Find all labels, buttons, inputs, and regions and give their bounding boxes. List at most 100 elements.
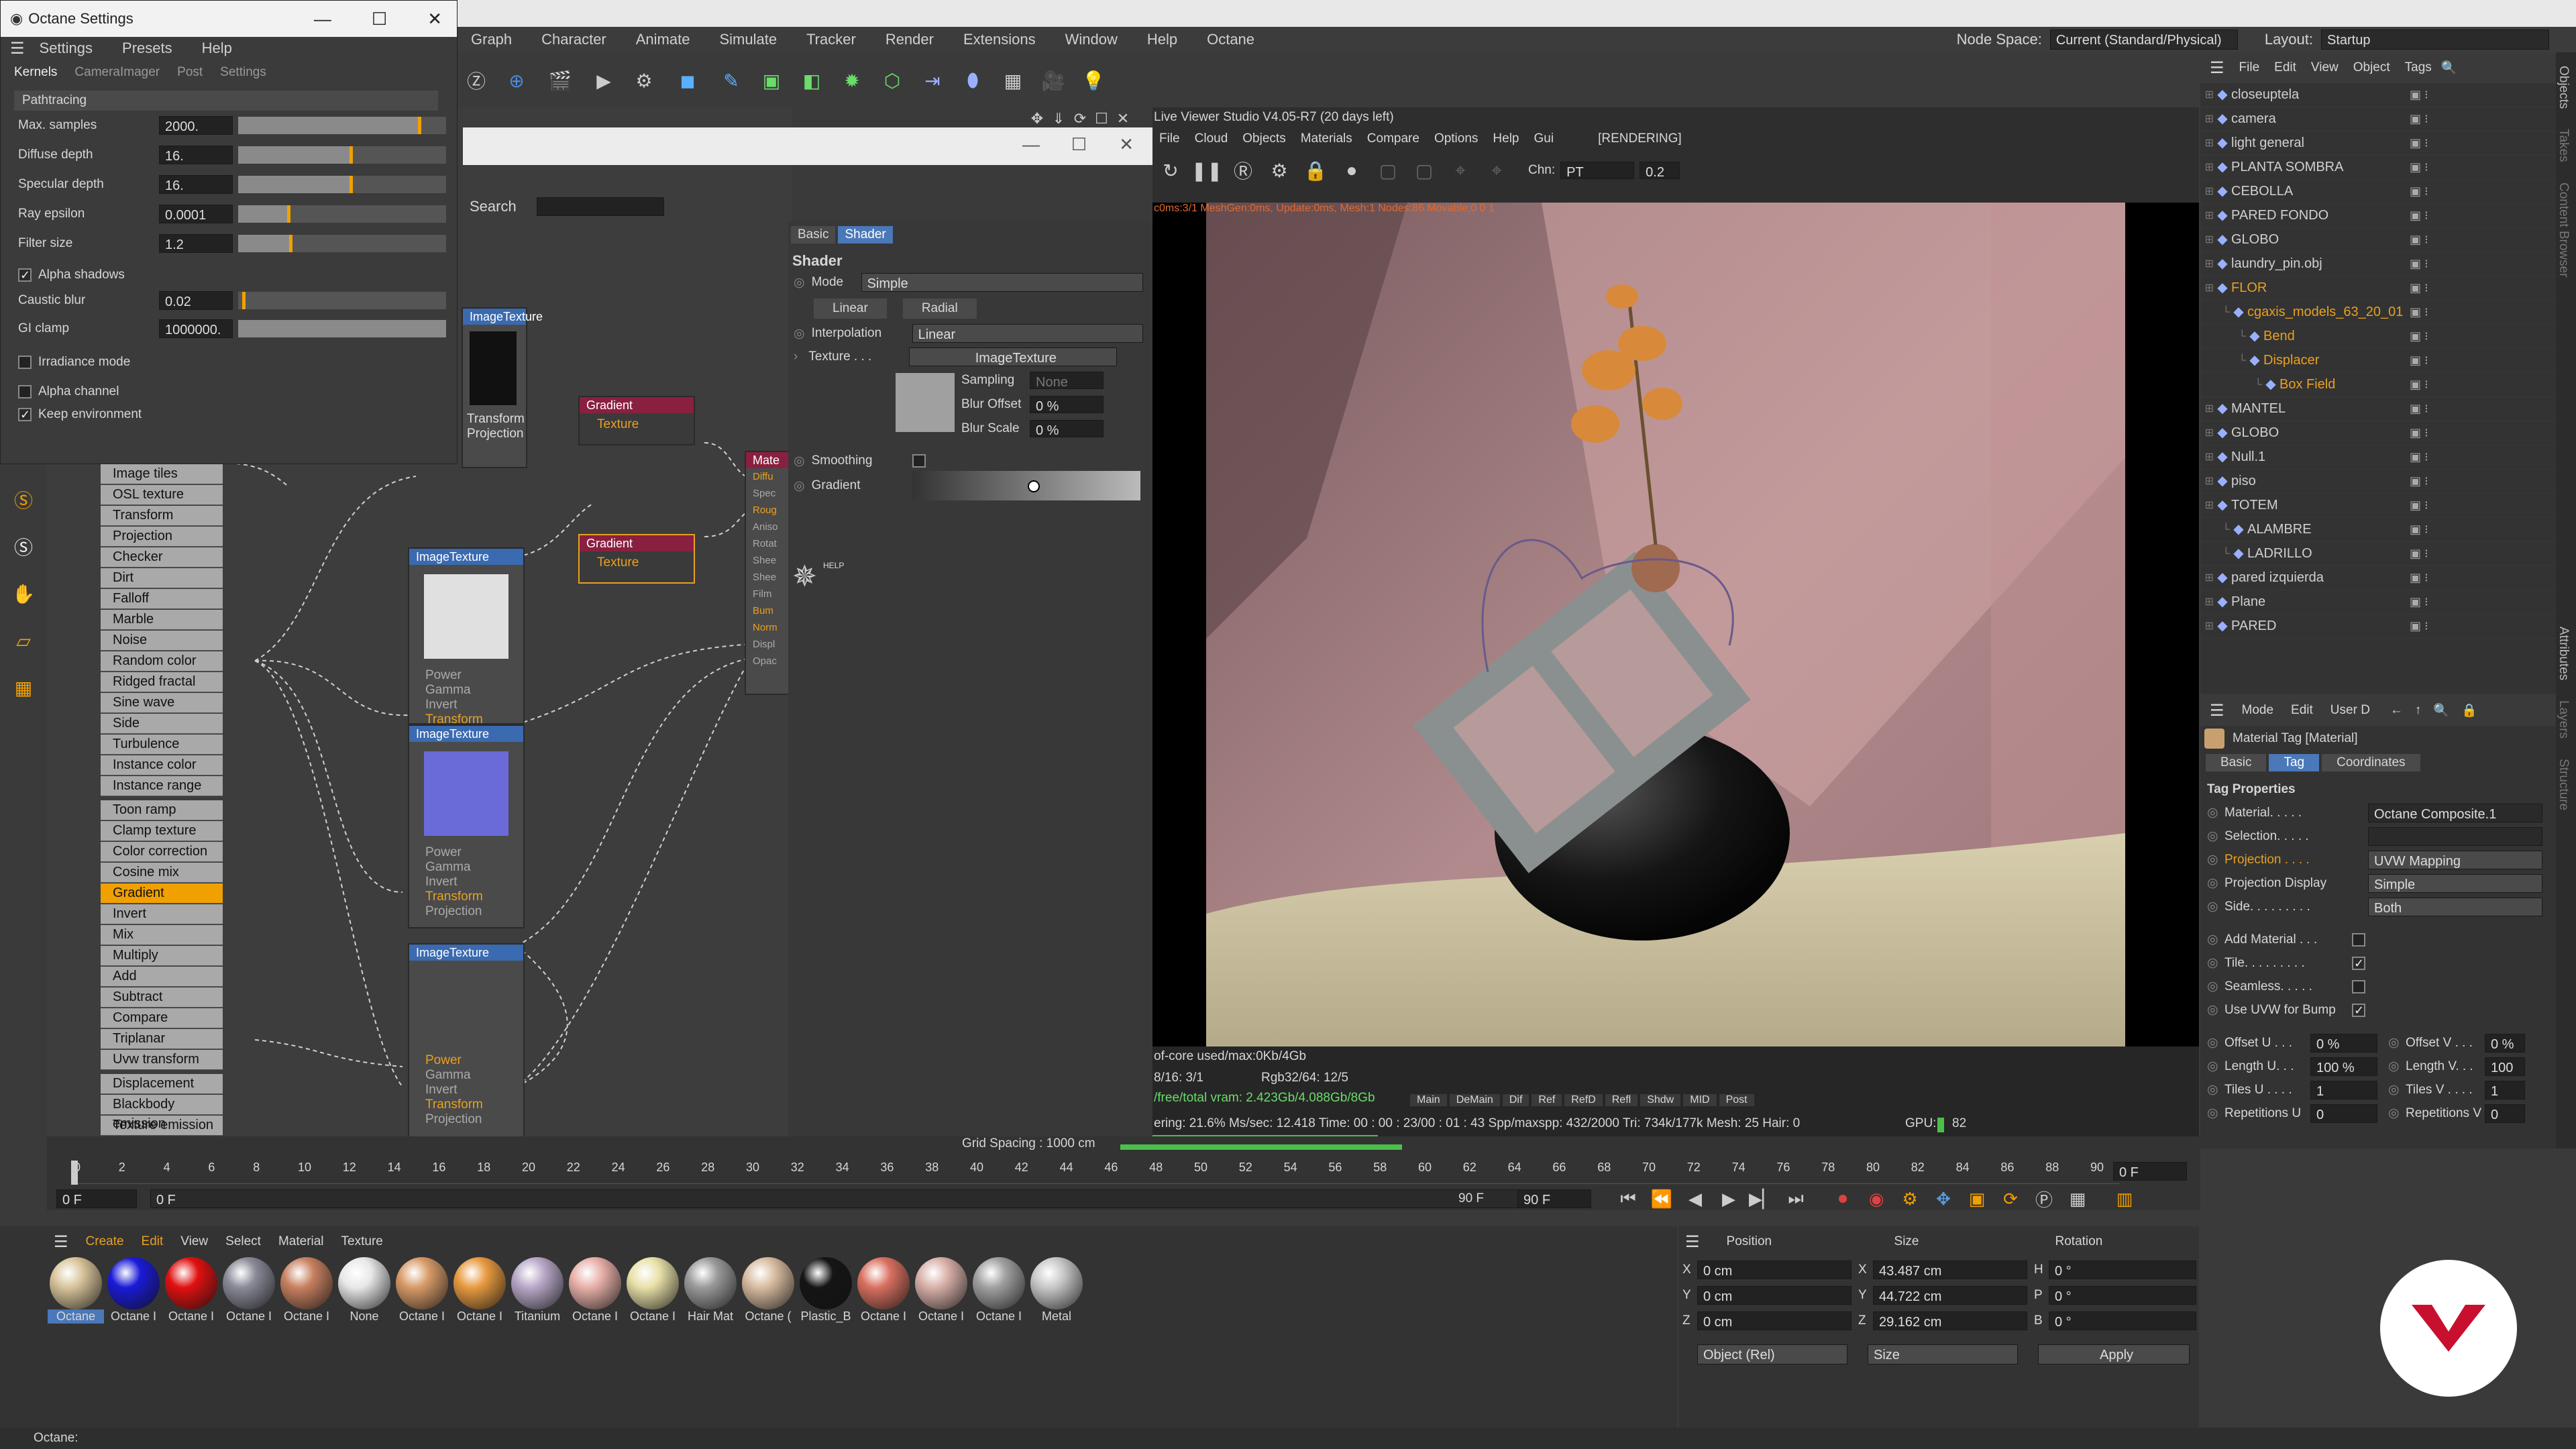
tab-cameraimager[interactable]: CameraImager [74, 65, 160, 80]
tab-takes[interactable]: Takes [2556, 129, 2571, 162]
subdivision-icon[interactable]: ▣ [751, 70, 792, 92]
maximize-icon[interactable]: ☐ [372, 9, 387, 30]
play-icon[interactable]: ▶ [1712, 1189, 1746, 1210]
animate-dot-icon[interactable]: ◎ [2207, 955, 2224, 971]
material-swatch[interactable]: Octane I [105, 1257, 162, 1324]
node-material[interactable]: Mate Diffu Spec Roug Aniso Rotat Shee Shee Film… [745, 451, 794, 695]
go-start-icon[interactable]: ⏮ [1611, 1188, 1645, 1210]
menu-window[interactable]: Window [1051, 31, 1132, 48]
material-swatch[interactable]: Octane I [393, 1257, 451, 1324]
coord-size-select[interactable]: Size [1868, 1344, 2018, 1364]
mat-menu-item[interactable]: Material [278, 1234, 324, 1249]
tab-structure[interactable]: Structure [2556, 759, 2571, 810]
deformer-icon[interactable]: ◧ [792, 70, 832, 92]
timeline-playhead[interactable] [71, 1161, 78, 1185]
pick-focus-icon[interactable]: ⌖ [1442, 160, 1479, 182]
animate-dot-icon[interactable]: ◎ [2207, 1082, 2224, 1097]
smoothing-checkbox[interactable] [912, 454, 926, 468]
search-icon[interactable]: 🔍 [2433, 702, 2449, 718]
material-port[interactable]: Film [746, 586, 793, 602]
back-arrow-icon[interactable]: ← [2390, 703, 2403, 718]
setting-input[interactable]: 0.0001 [159, 205, 233, 223]
kernel-select[interactable]: Pathtracing [14, 91, 438, 111]
mograph-icon[interactable]: ✹ [832, 70, 872, 92]
animate-dot-icon[interactable]: ◎ [2207, 932, 2224, 947]
render-viewport[interactable]: c0ms:3/1 MeshGen:0ms, Update:0ms, Mesh:1… [1152, 203, 2199, 1123]
channel-select[interactable]: PT [1560, 162, 1635, 180]
hamburger-icon[interactable]: ☰ [54, 1232, 68, 1252]
cloner-icon[interactable]: ⬡ [872, 70, 912, 92]
material-port[interactable]: Displ [746, 636, 793, 653]
menu-render[interactable]: Render [871, 31, 949, 48]
hamburger-icon[interactable]: ☰ [2210, 58, 2224, 78]
tab-tag[interactable]: Tag [2269, 754, 2320, 771]
offset_v-input[interactable]: 0 % [2485, 1033, 2525, 1053]
setting-slider[interactable] [238, 235, 446, 252]
object-row[interactable]: └ ◆ Displacer ▣ ⁝ [2200, 349, 2556, 373]
obj-menu-object[interactable]: Object [2353, 60, 2390, 75]
object-row[interactable]: ⊞ ◆ PARED ▣ ⁝ [2200, 614, 2556, 639]
object-row[interactable]: ⊞ ◆ MANTEL ▣ ⁝ [2200, 397, 2556, 421]
minimize-icon[interactable]: — [1022, 134, 1040, 155]
add-material-checkbox[interactable] [2352, 932, 2365, 947]
obj-menu-tags[interactable]: Tags [2405, 60, 2432, 75]
object-row[interactable]: ⊞ ◆ pared izquierda ▣ ⁝ [2200, 566, 2556, 590]
region-icon[interactable]: ▢ [1370, 160, 1406, 182]
object-row[interactable]: ⊞ ◆ piso ▣ ⁝ [2200, 470, 2556, 494]
node-list-item[interactable]: Side [101, 714, 223, 734]
tile-checkbox[interactable] [2352, 956, 2365, 970]
object-row[interactable]: ⊞ ◆ GLOBO ▣ ⁝ [2200, 228, 2556, 252]
node-list-item[interactable]: Sine wave [101, 693, 223, 713]
node-list-item[interactable]: Displacement [101, 1074, 223, 1094]
go-end-icon[interactable]: ⏭ [1779, 1188, 1813, 1210]
visibility-toggle-icon[interactable]: ▣ ⁝ [2410, 590, 2428, 614]
menu-tracker[interactable]: Tracker [792, 31, 871, 48]
node-list-item[interactable]: Add [101, 967, 223, 987]
end-frame-field[interactable]: 90 F [1517, 1189, 1592, 1208]
node-gradient-2[interactable]: Gradient Texture [578, 534, 695, 584]
timeline-layout-icon[interactable]: ▥ [2108, 1189, 2141, 1210]
animate-dot-icon[interactable]: ◎ [2388, 1106, 2406, 1121]
visibility-toggle-icon[interactable]: ▣ ⁝ [2410, 228, 2428, 252]
menu-presets[interactable]: Presets [107, 40, 187, 57]
grid-icon[interactable]: ▦ [0, 664, 47, 711]
mat-menu-item[interactable]: View [180, 1234, 208, 1249]
tab-kernels[interactable]: Kernels [14, 65, 57, 80]
object-row[interactable]: ⊞ ◆ light general ▣ ⁝ [2200, 131, 2556, 156]
visibility-toggle-icon[interactable]: ▣ ⁝ [2410, 107, 2428, 131]
autokey-icon[interactable]: ◉ [1860, 1189, 1893, 1210]
material-link[interactable]: Octane Composite.1 [2368, 803, 2542, 822]
position-input[interactable]: 0 cm [1697, 1260, 1851, 1279]
animate-dot-icon[interactable]: ◎ [2388, 1082, 2406, 1097]
close-icon[interactable]: ✕ [1112, 110, 1134, 127]
param-key-icon[interactable]: Ⓟ [2027, 1187, 2061, 1212]
move-icon[interactable]: ✥ [1026, 110, 1048, 127]
material-port[interactable]: Norm [746, 619, 793, 636]
mode-select[interactable]: Simple [861, 273, 1143, 292]
material-port[interactable]: Shee [746, 569, 793, 586]
sampling-select[interactable]: None [1030, 372, 1104, 390]
workplane-icon[interactable]: ▱ [0, 617, 47, 664]
gi-clamp-input[interactable]: 1000000. [159, 319, 233, 338]
rotation-key-icon[interactable]: ⟳ [1994, 1189, 2027, 1210]
material-swatch[interactable]: Octane I [451, 1257, 508, 1324]
material-swatch[interactable]: None [335, 1257, 393, 1324]
tab-attributes[interactable]: Attributes [2556, 627, 2571, 680]
material-swatch[interactable]: Plastic_B [797, 1257, 855, 1324]
tiles_v-input[interactable]: 1 [2485, 1080, 2525, 1099]
material-swatch[interactable]: Hair Mat [682, 1257, 739, 1324]
node-list-item[interactable]: Instance color [101, 755, 223, 775]
position-key-icon[interactable]: ✥ [1927, 1189, 1960, 1210]
current-frame-field[interactable]: 0 F [2113, 1162, 2187, 1181]
animate-dot-icon[interactable]: ◎ [2388, 1035, 2406, 1051]
material-swatch[interactable]: Octane I [220, 1257, 278, 1324]
animate-dot-icon[interactable]: ◎ [2207, 979, 2224, 994]
setting-slider[interactable] [238, 176, 446, 193]
pass-button[interactable]: Post [1719, 1094, 1754, 1106]
gradient-bar[interactable] [912, 471, 1140, 500]
node-list-item[interactable]: Subtract [101, 987, 223, 1008]
material-swatch[interactable]: Octane I [624, 1257, 682, 1324]
size-input[interactable]: 29.162 cm [1873, 1311, 2027, 1330]
node-list-item[interactable]: Cosine mix [101, 863, 223, 883]
timeline-ruler[interactable]: 0246810121416182022242628303234363840424… [74, 1159, 2120, 1184]
